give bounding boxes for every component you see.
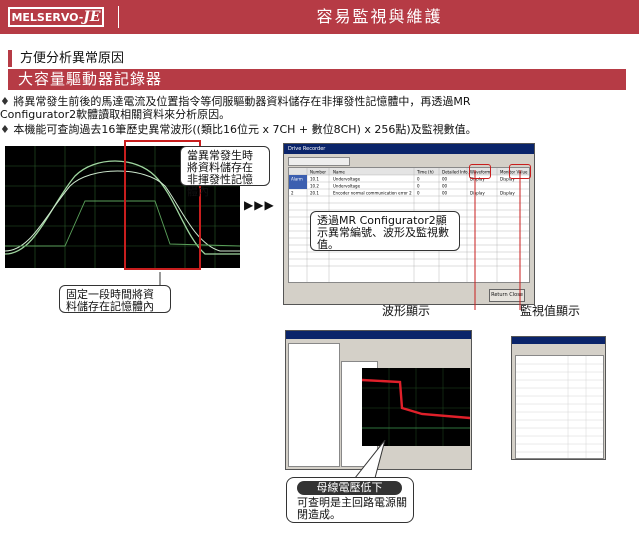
table-cell: 20.1 xyxy=(310,191,319,196)
voltage-plot xyxy=(362,368,470,446)
table-cell: 0 xyxy=(417,184,420,189)
waveform-titlebar xyxy=(286,331,471,339)
bullet-1: ♦ 將異常發生前後的馬達電流及位置指令等伺服驅動器資料儲存在非揮發性記憶體中，再… xyxy=(0,95,471,121)
bus-callout-pointer xyxy=(353,440,386,479)
section-title: 大容量驅動器記錄器 xyxy=(8,69,626,90)
header-title: 容易監視與維護 xyxy=(118,6,639,28)
waveform-label: 波形顯示 xyxy=(382,304,431,318)
mr-configurator-callout: 透過MR Configurator2顯示異常編號、波形及監視數值。 xyxy=(310,211,460,251)
table-header-cell: Name xyxy=(333,170,345,175)
table-cell: Undervoltage xyxy=(333,177,361,182)
alarm-store-callout: 當異常發生時將資料儲存在非揮發性記憶體內 xyxy=(180,146,270,198)
callout-pointer xyxy=(159,272,161,285)
monitor-label: 監視值顯示 xyxy=(520,304,581,318)
table-cell: 0 xyxy=(417,177,420,182)
table-cell: 2 xyxy=(291,191,294,196)
connector-lines xyxy=(474,170,521,310)
monitor-table xyxy=(515,355,604,459)
header-bar: MELSERVO-JE 容易監視與維護 xyxy=(0,0,639,34)
drive-recorder-titlebar: Drive Recorder xyxy=(284,144,534,154)
section-subtitle: 方便分析異常原因 xyxy=(8,50,260,67)
bus-voltage-desc: 可查明是主回路電源關閉造成。 xyxy=(297,496,407,521)
bus-voltage-title: 母線電壓低下 xyxy=(297,481,402,495)
table-header-cell: Time (h) xyxy=(416,170,434,175)
table-cell: Encoder normal communication error 2 xyxy=(333,191,412,196)
table-header-cell: Number xyxy=(310,170,326,175)
monitor-value-window xyxy=(511,336,606,460)
bus-voltage-callout: 母線電壓低下 可查明是主回路電源關閉造成。 xyxy=(286,477,414,523)
table-cell: Undervoltage xyxy=(333,184,361,189)
alarm-select[interactable] xyxy=(288,157,350,166)
table-cell: 0 xyxy=(417,191,420,196)
fixed-store-callout: 固定一段時間將資料儲存在記憶體內 xyxy=(59,285,171,313)
table-cell: 10.1 xyxy=(310,177,319,182)
table-cell: Alarm xyxy=(291,177,303,182)
table-cell: 10.2 xyxy=(310,184,319,189)
flow-arrows: ▶▶▶ xyxy=(244,198,275,212)
melservo-logo: MELSERVO-JE xyxy=(8,7,104,27)
bullet-2: ♦ 本機能可查詢過去16筆歷史異常波形((類比16位元 x 7CH + 數位8C… xyxy=(0,123,477,136)
monitor-titlebar xyxy=(512,337,605,344)
